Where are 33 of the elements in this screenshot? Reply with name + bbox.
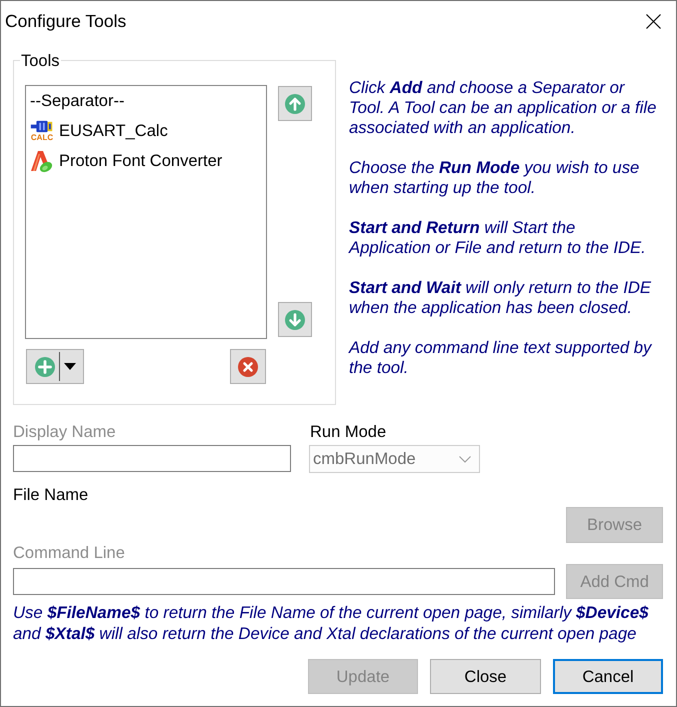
- display-name-field[interactable]: [13, 445, 291, 472]
- caret-icon: [64, 363, 76, 370]
- list-item[interactable]: --Separator--: [26, 86, 266, 116]
- tools-list[interactable]: --Separator-- CALC EUSART_Calc Proton Font Converter: [25, 85, 267, 339]
- help-paragraph: Start and Wait will only return to the IDE when the application has been closed.: [349, 278, 652, 318]
- help-paragraph: Add any command line text supported by the tool.: [349, 338, 653, 378]
- field-label: Run Mode: [309, 422, 388, 442]
- hint-text: Use $FileName$ to return the File Name of the current open page, similarly $Device$ and $Xtal$ will also return the Device and Xtal declarations of the current open page: [13, 602, 650, 644]
- list-item[interactable]: CALC EUSART_Calc: [26, 116, 266, 146]
- move-up-button[interactable]: [278, 86, 312, 121]
- icon-caption: CALC: [30, 133, 54, 142]
- help-paragraph: Click Add and choose a Separator or Tool. A Tool can be an application or a file associated with an application.: [349, 78, 658, 138]
- move-down-button[interactable]: [278, 302, 312, 337]
- add-split-button[interactable]: [26, 349, 84, 384]
- help-paragraph: Choose the Run Mode you wish to use when starting up the tool.: [349, 158, 640, 198]
- plug-icon: [30, 120, 54, 133]
- help-paragraph: Start and Return will Start the Application or File and return to the IDE.: [349, 218, 647, 258]
- field-label: Display Name: [13, 422, 117, 442]
- delete-button[interactable]: [230, 349, 266, 384]
- close-icon: [646, 14, 660, 28]
- field-label: Command Line: [13, 543, 125, 563]
- command-line-field[interactable]: [13, 568, 556, 595]
- field-label: File Name: [13, 485, 88, 505]
- arrow-up-icon: [285, 94, 305, 114]
- font-icon: [30, 149, 54, 173]
- list-item[interactable]: Proton Font Converter: [26, 146, 266, 176]
- delete-icon: [238, 356, 258, 376]
- arrow-down-icon: [285, 310, 305, 330]
- chevron-down-icon: [459, 456, 471, 462]
- plus-icon: [34, 356, 54, 376]
- close-button[interactable]: Close: [430, 659, 541, 694]
- window-title: Configure Tools: [4, 11, 126, 31]
- cancel-button[interactable]: Cancel: [553, 659, 663, 694]
